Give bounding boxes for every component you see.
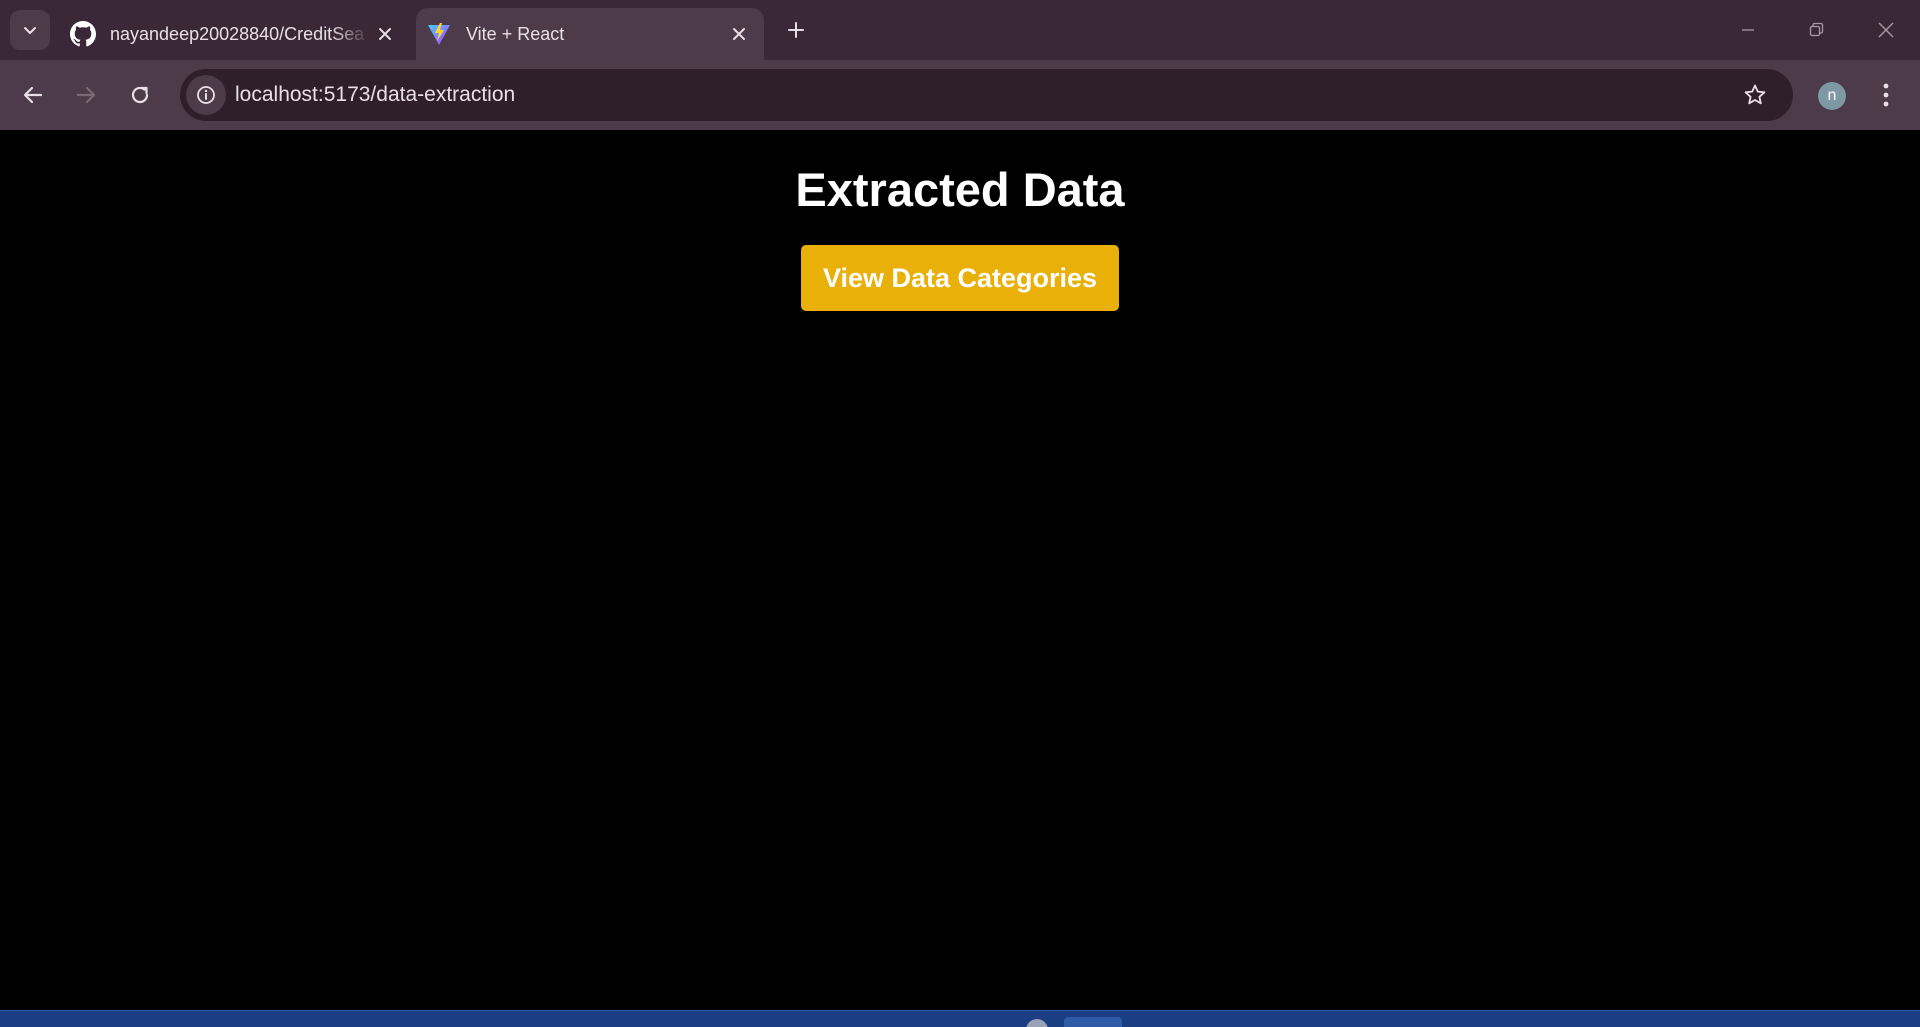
back-button[interactable] (13, 75, 53, 115)
chevron-down-icon (24, 27, 36, 34)
new-tab-button[interactable] (778, 12, 814, 48)
browser-menu-button[interactable] (1868, 75, 1904, 115)
reload-icon (131, 86, 149, 104)
restore-icon (1809, 22, 1824, 37)
close-window-button[interactable] (1856, 0, 1916, 60)
bookmark-star-icon[interactable] (1737, 77, 1773, 113)
taskbar-app-icon[interactable] (1026, 1019, 1048, 1027)
site-info-icon[interactable] (186, 75, 226, 115)
tab-github[interactable]: nayandeep20028840/CreditSea (60, 8, 410, 60)
url-text[interactable]: localhost:5173/data-extraction (235, 69, 515, 121)
minimize-button[interactable] (1718, 0, 1778, 60)
close-icon (1878, 22, 1894, 38)
tab-title: Vite + React (466, 23, 565, 44)
kebab-menu-icon (1883, 83, 1889, 107)
browser-toolbar: localhost:5173/data-extraction n (0, 60, 1920, 130)
tab-strip: nayandeep20028840/CreditSea Vite + React (0, 0, 1920, 60)
reload-button[interactable] (120, 75, 160, 115)
taskbar (0, 1010, 1920, 1027)
address-bar[interactable]: localhost:5173/data-extraction (180, 69, 1793, 121)
taskbar-app-icon[interactable] (1064, 1017, 1122, 1027)
close-tab-icon[interactable] (724, 19, 754, 49)
plus-icon (788, 22, 804, 38)
github-icon (70, 21, 96, 47)
page-title: Extracted Data (795, 163, 1125, 216)
page-content: Extracted Data View Data Categories (0, 130, 1920, 1010)
restore-button[interactable] (1786, 0, 1846, 60)
vite-icon (426, 21, 452, 47)
profile-avatar[interactable]: n (1818, 82, 1846, 110)
close-tab-icon[interactable] (370, 19, 400, 49)
arrow-left-icon (23, 86, 43, 104)
tab-vite-react[interactable]: Vite + React (416, 8, 764, 60)
arrow-right-icon (76, 86, 96, 104)
tab-title: nayandeep20028840/CreditSea (110, 23, 365, 44)
view-data-categories-button[interactable]: View Data Categories (801, 245, 1119, 311)
forward-button[interactable] (66, 75, 106, 115)
minimize-icon (1742, 29, 1754, 31)
tab-search-button[interactable] (10, 10, 50, 50)
